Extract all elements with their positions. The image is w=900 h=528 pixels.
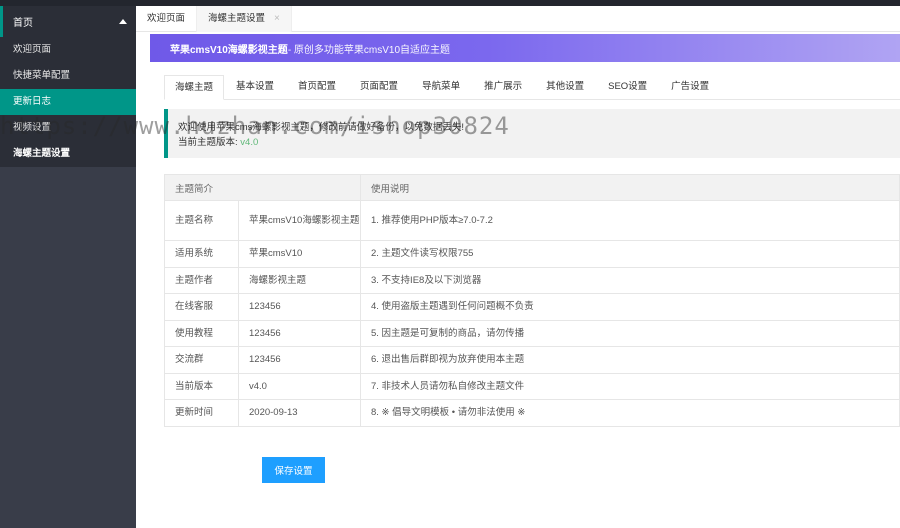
table-header-row: 主题简介 使用说明 [164, 174, 900, 201]
row-note: 2. 主题文件读写权限755 [360, 240, 900, 268]
caret-up-icon [119, 19, 127, 24]
settings-tabs: 海螺主题 基本设置 首页配置 页面配置 导航菜单 推广展示 其他设置 SEO设置… [164, 75, 900, 100]
table-row: 当前版本 v4.0 7. 非技术人员请勿私自修改主题文件 [164, 372, 900, 400]
header-intro: 主题简介 [164, 174, 361, 201]
table-row: 适用系统 苹果cmsV10 2. 主题文件读写权限755 [164, 240, 900, 268]
row-value: v4.0 [238, 372, 361, 400]
table-row: 在线客服 123456 4. 使用盗版主题遇到任何问题概不负责 [164, 293, 900, 321]
sidebar-menu: 欢迎页面 快捷菜单配置 更新日志 视频设置 海螺主题设置 [0, 37, 136, 167]
row-value: 123456 [238, 319, 361, 347]
row-note: 7. 非技术人员请勿私自修改主题文件 [360, 372, 900, 400]
row-key: 交流群 [164, 346, 239, 374]
row-key: 更新时间 [164, 399, 239, 427]
theme-banner: 苹果cmsV10海螺影视主题 - 原创多功能苹果cmsV10自适应主题 [150, 34, 900, 62]
row-note: 1. 推荐使用PHP版本≥7.0-7.2 [360, 200, 900, 241]
tab-welcome[interactable]: 欢迎页面 [136, 6, 198, 32]
row-value: 苹果cmsV10海螺影视主题 [238, 200, 361, 241]
row-value: 123456 [238, 346, 361, 374]
table-row: 交流群 123456 6. 退出售后群即视为放弃使用本主题 [164, 346, 900, 374]
sidebar-item-changelog[interactable]: 更新日志 [0, 89, 136, 115]
sidebar-item-quick-menu[interactable]: 快捷菜单配置 [0, 63, 136, 89]
tab-label: 海螺主题设置 [208, 13, 266, 24]
version-line: 当前主题版本: v4.0 [178, 135, 900, 150]
table-row: 主题名称 苹果cmsV10海螺影视主题 1. 推荐使用PHP版本≥7.0-7.2 [164, 200, 900, 241]
sidebar: 首页 欢迎页面 快捷菜单配置 更新日志 视频设置 海螺主题设置 [0, 6, 136, 528]
row-key: 在线客服 [164, 293, 239, 321]
row-value: 海螺影视主题 [238, 266, 361, 294]
row-key: 当前版本 [164, 372, 239, 400]
tab-home-config[interactable]: 首页配置 [286, 75, 348, 100]
tab-basic[interactable]: 基本设置 [224, 75, 286, 100]
table-row: 使用教程 123456 5. 因主题是可复制的商品，请勿传播 [164, 319, 900, 347]
sidebar-item-video[interactable]: 视频设置 [0, 115, 136, 141]
tab-label: 欢迎页面 [147, 13, 186, 24]
page-tabs: 欢迎页面 海螺主题设置 × [136, 6, 900, 32]
tab-ads[interactable]: 广告设置 [659, 75, 721, 100]
notice-box: 欢迎使用苹果cms海螺影视主题，修改前请做好备份，以免数据丢失! 当前主题版本:… [164, 109, 900, 158]
sidebar-header-label: 首页 [13, 18, 33, 29]
sidebar-header-home[interactable]: 首页 [0, 6, 136, 37]
tab-seo[interactable]: SEO设置 [596, 75, 659, 100]
sidebar-item-welcome[interactable]: 欢迎页面 [0, 37, 136, 63]
row-note: 6. 退出售后群即视为放弃使用本主题 [360, 346, 900, 374]
tab-other[interactable]: 其他设置 [534, 75, 596, 100]
notice-text: 欢迎使用苹果cms海螺影视主题，修改前请做好备份，以免数据丢失! [178, 122, 465, 133]
row-key: 主题作者 [164, 266, 239, 294]
row-key: 适用系统 [164, 240, 239, 268]
version-label: 当前主题版本: [178, 137, 238, 148]
row-note: 5. 因主题是可复制的商品，请勿传播 [360, 319, 900, 347]
table-row: 更新时间 2020-09-13 8. ※ 倡导文明模板 • 请勿非法使用 ※ [164, 399, 900, 427]
tab-theme-settings[interactable]: 海螺主题设置 × [197, 6, 292, 32]
theme-info-table: 主题简介 使用说明 主题名称 苹果cmsV10海螺影视主题 1. 推荐使用PHP… [164, 174, 900, 427]
close-icon[interactable]: × [274, 6, 280, 32]
banner-subtitle: - 原创多功能苹果cmsV10自适应主题 [287, 44, 451, 56]
version-value: v4.0 [240, 137, 259, 148]
row-value: 苹果cmsV10 [238, 240, 361, 268]
tab-theme[interactable]: 海螺主题 [164, 75, 225, 100]
row-note: 4. 使用盗版主题遇到任何问题概不负责 [360, 293, 900, 321]
save-button[interactable]: 保存设置 [262, 457, 325, 483]
row-key: 使用教程 [164, 319, 239, 347]
tab-nav-menu[interactable]: 导航菜单 [410, 75, 472, 100]
row-value: 2020-09-13 [238, 399, 361, 427]
tab-page-config[interactable]: 页面配置 [348, 75, 410, 100]
row-key: 主题名称 [164, 200, 239, 241]
sidebar-item-theme-settings[interactable]: 海螺主题设置 [0, 141, 136, 167]
row-note: 8. ※ 倡导文明模板 • 请勿非法使用 ※ [360, 399, 900, 427]
row-value: 123456 [238, 293, 361, 321]
banner-title: 苹果cmsV10海螺影视主题 [170, 44, 288, 56]
tab-promo[interactable]: 推广展示 [472, 75, 534, 100]
main-content: 苹果cmsV10海螺影视主题 - 原创多功能苹果cmsV10自适应主题 海螺主题… [136, 33, 900, 528]
table-row: 主题作者 海螺影视主题 3. 不支持IE8及以下浏览器 [164, 266, 900, 294]
header-usage: 使用说明 [360, 174, 900, 201]
row-note: 3. 不支持IE8及以下浏览器 [360, 266, 900, 294]
